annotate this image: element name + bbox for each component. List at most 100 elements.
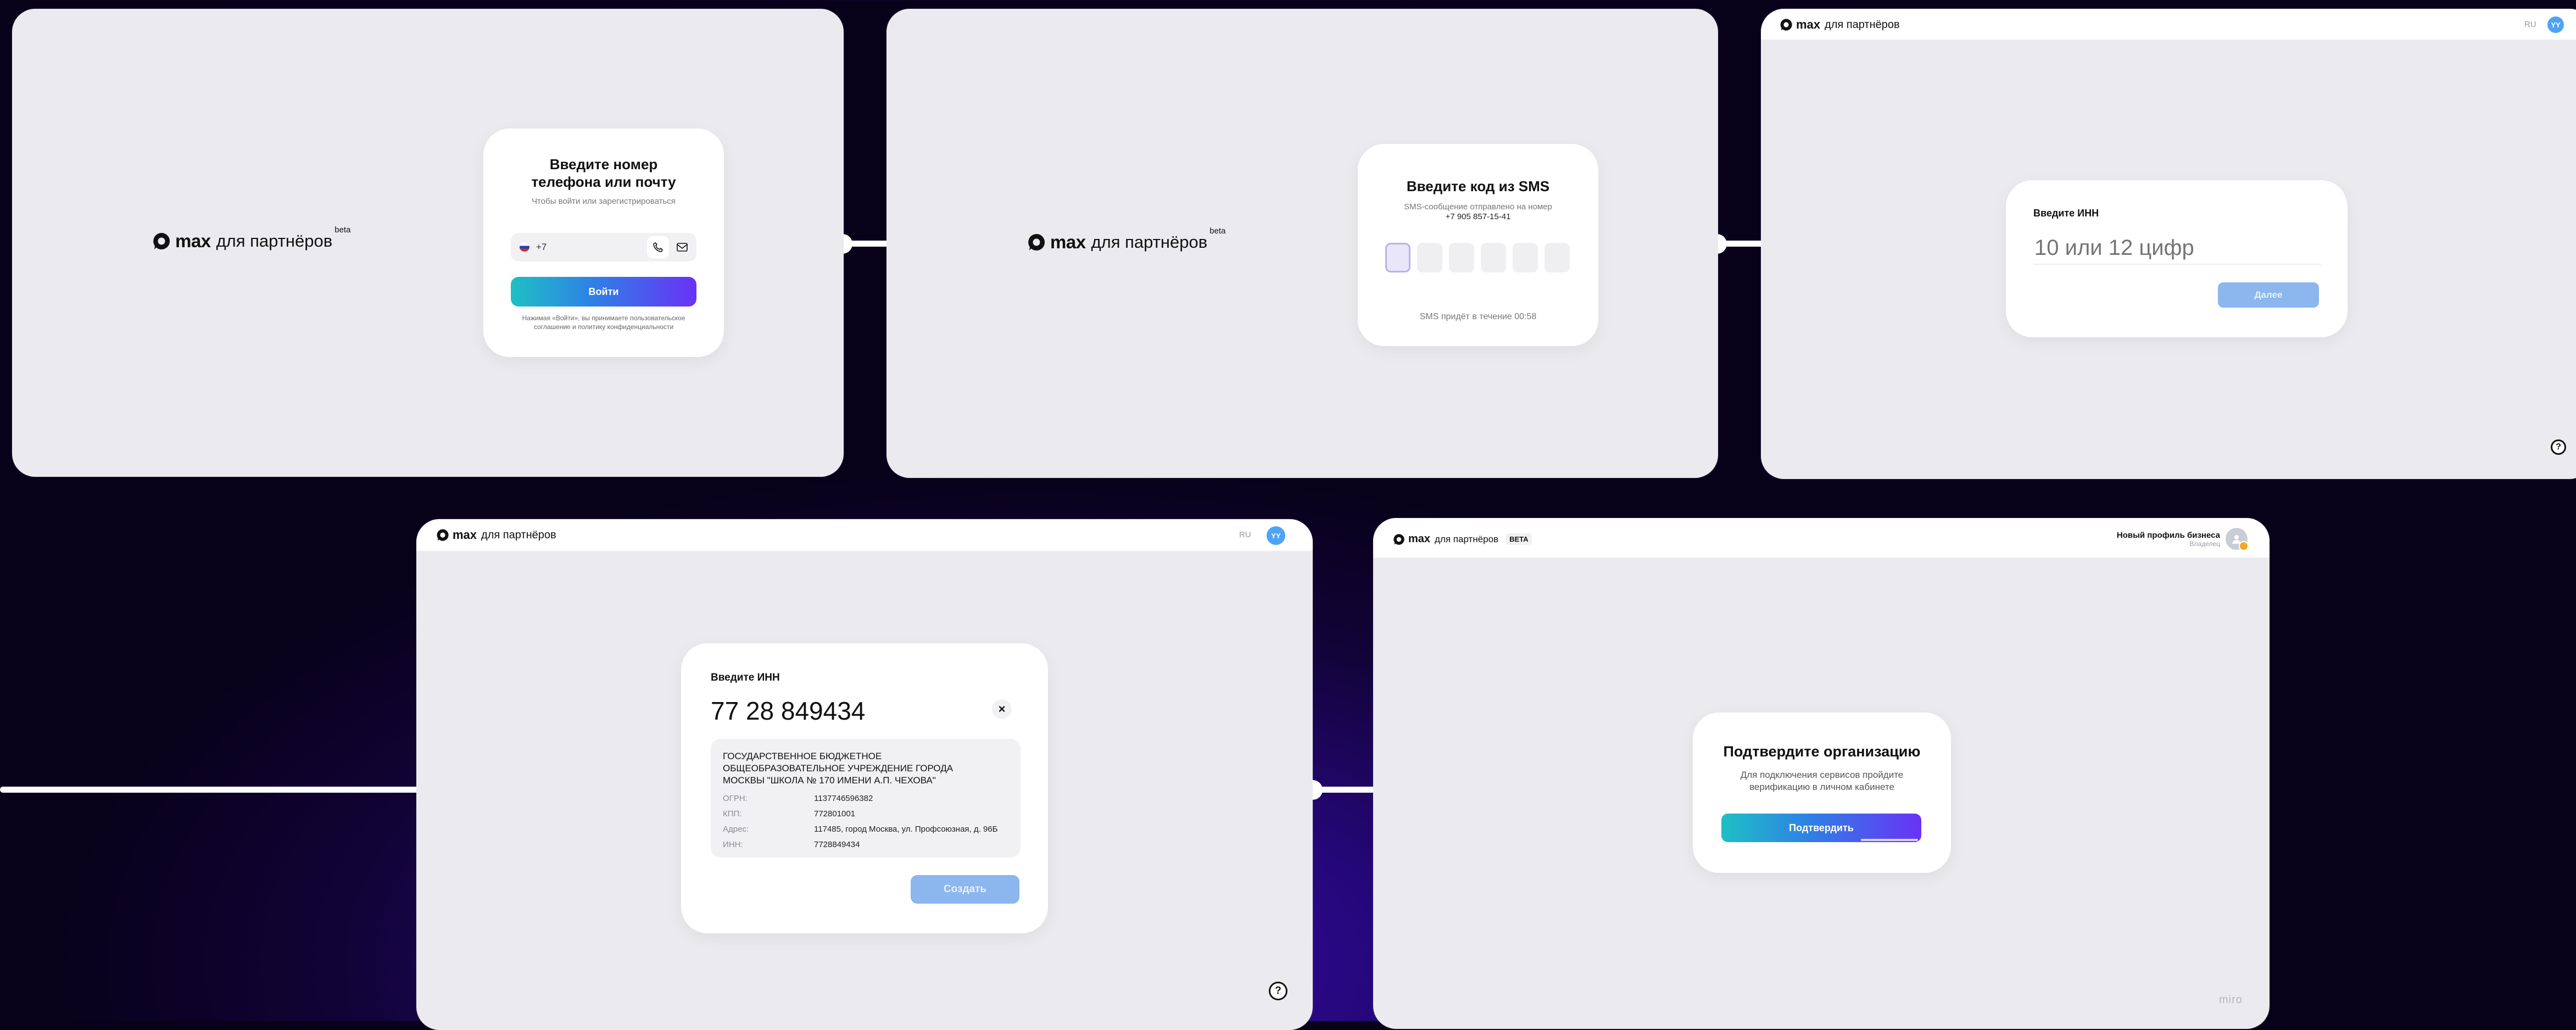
flow-connector-3-4 [0,787,472,793]
sms-sent-to: SMS-сообщение отправлено на номер [1404,202,1552,211]
brand-name: max [175,231,211,251]
code-digit-3[interactable] [1449,243,1474,272]
sms-timer: SMS придёт в течение 00:58 [1419,312,1537,321]
org-name-line2: ОБЩЕОБРАЗОВАТЕЛЬНОЕ УЧРЕЖДЕНИЕ ГОРОДА [723,763,954,773]
organization-suggestion[interactable]: ГОСУДАРСТВЕННОЕ БЮДЖЕТНОЕ ОБЩЕОБРАЗОВАТЕ… [711,739,1021,858]
email-mode-button[interactable] [671,236,693,258]
warning-badge-icon [2239,541,2249,551]
profile-role: Владелец [2189,539,2220,548]
clear-input-button[interactable]: × [992,699,1012,719]
brand-logo[interactable]: max для партнёров BETA [1393,533,1532,545]
help-button[interactable]: ? [2551,439,2566,455]
inn-input[interactable]: 77 28 849434 [711,696,865,726]
org-row-address: Адрес: 117485, город Москва, ул. Профсою… [723,825,997,834]
brand-logo[interactable]: max для партнёров [436,528,556,542]
user-avatar[interactable]: YY [1267,526,1285,545]
screen-sms-code: max для партнёров beta Введите код из SM… [886,9,1718,478]
brand-logo: max для партнёров beta [1027,226,1225,253]
brand-logo[interactable]: max для партнёров [1780,18,1900,32]
top-bar: max для партнёров RU YY [416,519,1313,551]
brand-name: max [1050,232,1086,252]
login-card: Введите номер телефона или почту Чтобы в… [483,129,724,357]
brand-name: max [1408,533,1431,545]
code-digit-6[interactable] [1545,243,1570,272]
phone-mode-button[interactable] [647,236,669,258]
inn-card: Введите ИНН Далее [2006,180,2348,337]
brand-partners: для партнёров [216,231,333,250]
inn-label: Введите ИНН [711,672,780,683]
max-logo-icon [1393,533,1404,545]
screen-inn-filled: max для партнёров RU YY Введите ИНН 77 2… [416,519,1313,1030]
org-row-key: КПП: [723,809,742,819]
confirm-title: Подтвердите организацию [1723,743,1921,760]
user-avatar[interactable]: YY [2547,16,2564,33]
close-icon: × [998,702,1006,716]
code-digit-4[interactable] [1481,243,1506,272]
create-button[interactable]: Создать [911,875,1019,904]
code-input[interactable] [1385,243,1572,274]
login-subtitle: Чтобы войти или зарегистрироваться [532,197,676,206]
inn-label: Введите ИНН [2033,208,2099,219]
confirm-description-line1: Для подключения сервисов пройдите [1740,770,1904,780]
top-bar: max для партнёров RU YY [1761,9,2576,40]
brand-partners: для партнёров [1435,533,1499,544]
org-row-ogrn: ОГРН: 1137746596382 [723,794,873,803]
phone-icon [653,242,663,252]
org-row-value: 1137746596382 [814,794,873,803]
org-name-line3: МОСКВЫ "ШКОЛА № 170 ИМЕНИ А.П. ЧЕХОВА" [723,775,936,786]
screen-inn-empty: max для партнёров RU YY Введите ИНН Дале… [1761,9,2576,479]
org-row-value: 117485, город Москва, ул. Профсоюзная, д… [814,825,998,834]
language-switch[interactable]: RU [1239,530,1251,539]
terms-text-line1[interactable]: Нажимая «Войти», вы принимаете пользоват… [483,314,724,322]
sms-title: Введите код из SMS [1406,178,1550,194]
mail-icon [677,243,688,252]
beta-badge: beta [334,225,351,235]
login-title-line2: телефона или почту [531,174,676,190]
brand-partners: для партнёров [481,528,556,541]
org-row-value: 772801001 [814,809,856,819]
sms-card: Введите код из SMS SMS-сообщение отправл… [1358,144,1598,346]
profile-name: Новый профиль бизнеса [2116,530,2220,540]
org-row-inn: ИНН: 7728849434 [723,840,860,849]
profile-text: Новый профиль бизнеса Владелец [2117,531,2220,548]
login-title-line1: Введите номер [549,156,658,172]
top-bar: max для партнёров BETA Новый профиль биз… [1373,518,2270,558]
brand-partners: для партнёров [1091,232,1208,252]
org-row-key: ИНН: [723,840,743,849]
max-logo-icon [1028,233,1045,250]
login-button[interactable]: Войти [511,277,696,307]
brand-partners: для партнёров [1825,18,1900,31]
russia-flag-icon [520,243,529,252]
org-row-key: Адрес: [723,825,749,834]
confirm-description-line2: верификацию в личном кабинете [1749,782,1894,792]
language-switch[interactable]: RU [2524,20,2536,29]
button-hover-underline [1861,839,1918,841]
code-digit-1[interactable] [1385,243,1410,272]
brand-name: max [453,528,477,542]
screen-confirm-organization: max для партнёров BETA Новый профиль биз… [1373,518,2270,1029]
beta-badge: BETA [1506,533,1532,545]
phone-input[interactable]: +7 [511,233,696,261]
screen-login: max для партнёров beta Введите номер тел… [12,9,844,477]
terms-text-line2[interactable]: соглашение и политику конфиденциальности [483,323,724,331]
max-logo-icon [1780,19,1792,31]
beta-badge: beta [1209,226,1226,236]
max-logo-icon [153,232,170,249]
sms-phone: +7 905 857-15-41 [1445,212,1511,221]
help-button[interactable]: ? [1269,982,1287,1000]
brand-logo: max для партнёров beta [152,225,350,252]
org-row-value: 7728849434 [814,840,860,849]
max-logo-icon [437,529,449,541]
profile-switcher[interactable]: Новый профиль бизнеса Владелец [2117,527,2249,551]
org-row-key: ОГРН: [723,794,748,803]
inn-card: Введите ИНН 77 28 849434 × ГОСУДАРСТВЕНН… [681,643,1048,933]
inn-input[interactable] [2033,232,2321,265]
confirm-button[interactable]: Подтвердить [1721,814,1921,842]
phone-prefix: +7 [536,242,547,252]
profile-avatar [2226,528,2249,551]
code-digit-5[interactable] [1513,243,1538,272]
code-digit-2[interactable] [1417,243,1442,272]
next-button[interactable]: Далее [2218,282,2319,308]
brand-name: max [1796,18,1821,31]
org-row-kpp: КПП: 772801001 [723,809,855,819]
